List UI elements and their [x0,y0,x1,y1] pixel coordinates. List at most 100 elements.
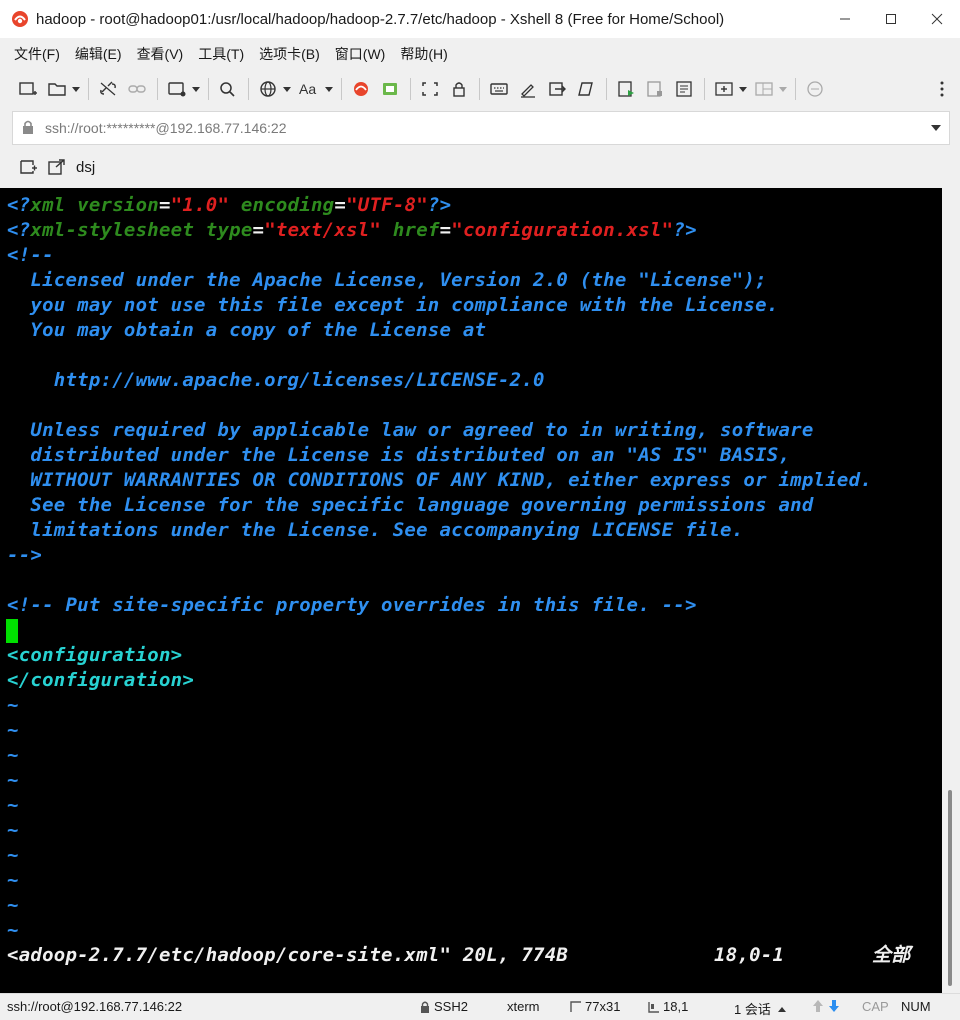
status-cursor-label: 18,1 [663,999,689,1014]
ssh-lock-icon [421,1001,429,1013]
toolbar-divider [157,78,158,100]
chevron-down-icon[interactable] [324,76,333,102]
status-cursor: 18,1 [647,999,688,1014]
highlight-pen-icon[interactable] [516,76,540,102]
close-button[interactable] [914,0,960,38]
search-icon[interactable] [216,76,240,102]
send-input-icon[interactable] [545,76,569,102]
menu-tabs[interactable]: 选项卡(B) [259,44,320,64]
link-icon[interactable] [125,76,149,102]
xml-attr-value: "1.0" [170,194,230,216]
status-protocol-label: SSH2 [434,999,468,1014]
comment-line: Unless required by applicable law or agr… [7,419,814,441]
xshell-logo-icon [10,9,30,29]
chevron-down-icon[interactable] [191,76,200,102]
comment-line: Licensed under the Apache License, Versi… [7,269,767,291]
menu-file[interactable]: 文件(F) [14,44,60,64]
open-external-icon[interactable] [46,156,68,178]
menu-view[interactable]: 查看(V) [137,44,184,64]
chevron-down-icon[interactable] [738,76,747,102]
terminal-line: <?xml-stylesheet type="text/xsl" href="c… [7,218,697,243]
font-icon[interactable]: Aa [296,76,322,102]
chat-icon[interactable] [803,76,827,102]
menu-bar: 文件(F) 编辑(E) 查看(V) 工具(T) 选项卡(B) 窗口(W) 帮助(… [0,38,960,69]
menu-tools[interactable]: 工具(T) [198,44,244,64]
status-sessions-label: 1 会话 [734,1002,771,1017]
xml-equals: = [439,219,452,241]
configuration-open-tag: <configuration> [7,644,183,666]
lock-icon[interactable] [447,76,471,102]
xftp-icon[interactable] [349,76,373,102]
new-tab-icon[interactable] [712,76,736,102]
vim-status-file: <adoop-2.7.7/etc/hadoop/core-site.xml" 2… [7,944,569,966]
address-bar[interactable]: ssh://root:*********@192.168.77.146:22 [12,111,950,145]
comment-line: See the License for the specific languag… [7,494,814,516]
toolbar-divider [248,78,249,100]
transfer-icon[interactable] [378,76,402,102]
xml-decl-name: xml [30,194,66,216]
configuration-close-tag: </configuration> [7,669,195,691]
comment-line: <!-- [7,244,54,266]
empty-line-tilde: ~ [7,769,19,791]
menu-edit[interactable]: 编辑(E) [75,44,122,64]
disconnect-icon[interactable] [96,76,120,102]
menu-help[interactable]: 帮助(H) [400,44,447,64]
comment-line: distributed under the License is distrib… [7,444,791,466]
minimize-button[interactable] [822,0,868,38]
xml-attr-value: "UTF-8" [346,194,428,216]
log-icon[interactable] [672,76,696,102]
layout-icon[interactable] [752,76,776,102]
open-folder-icon[interactable] [45,76,69,102]
chevron-down-icon[interactable] [71,76,80,102]
empty-line-tilde: ~ [7,794,19,816]
empty-line-tilde: ~ [7,719,19,741]
new-session-icon[interactable] [16,76,40,102]
comment-line: limitations under the License. See accom… [7,519,744,541]
empty-line-tilde: ~ [7,919,19,941]
xml-equals: = [252,219,265,241]
keyboard-icon[interactable] [487,76,511,102]
comment-line: http://www.apache.org/licenses/LICENSE-2… [7,369,545,391]
comment-line: <!-- Put site-specific property override… [7,594,697,616]
record-stop-icon[interactable] [643,76,667,102]
xml-tag-open: <? [7,219,31,241]
terminal-screen[interactable]: <?xml version="1.0" encoding="UTF-8"?> <… [0,188,942,993]
terminal-scrollbar[interactable] [942,188,960,993]
address-dropdown-icon[interactable] [929,120,943,136]
scrollbar-thumb[interactable] [948,790,952,986]
globe-icon[interactable] [256,76,280,102]
new-window-icon[interactable] [165,76,189,102]
chevron-down-icon[interactable] [282,76,291,102]
empty-line-tilde: ~ [7,869,19,891]
xml-tag-close: ?> [673,219,697,241]
fullscreen-icon[interactable] [418,76,442,102]
xml-attr-name: encoding [240,194,335,216]
vim-status-scroll: 全部 [872,944,911,966]
script-icon[interactable] [574,76,598,102]
xml-tag-open: <? [7,194,31,216]
window-controls [822,0,960,38]
empty-line-tilde: ~ [7,819,19,841]
session-tab-dsj[interactable]: dsj [76,159,95,176]
chevron-down-icon[interactable] [778,76,787,102]
resize-icon [570,1000,581,1012]
terminal-cursor [6,619,18,643]
record-start-icon[interactable] [614,76,638,102]
comment-line: WITHOUT WARRANTIES OR CONDITIONS OF ANY … [7,469,872,491]
svg-text:Aa: Aa [299,81,316,97]
maximize-button[interactable] [868,0,914,38]
status-sessions[interactable]: 1 会话 [734,999,787,1018]
toolbar-divider [410,78,411,100]
status-bar: ssh://root@192.168.77.146:22 SSH2 xterm … [0,993,960,1020]
title-bar: hadoop - root@hadoop01:/usr/local/hadoop… [0,0,960,38]
xml-tag-close: ?> [427,194,452,216]
session-manager-icon[interactable] [18,156,40,178]
vim-status-position: 18,0-1 [714,944,785,966]
menu-window[interactable]: 窗口(W) [335,44,386,64]
cursor-position-icon [648,1001,659,1013]
address-input[interactable]: ssh://root:*********@192.168.77.146:22 [45,120,287,136]
more-options-icon[interactable] [932,76,952,102]
xml-attr-name: version [77,194,159,216]
comment-line: you may not use this file except in comp… [7,294,779,316]
comment-line: You may obtain a copy of the License at [7,319,487,341]
